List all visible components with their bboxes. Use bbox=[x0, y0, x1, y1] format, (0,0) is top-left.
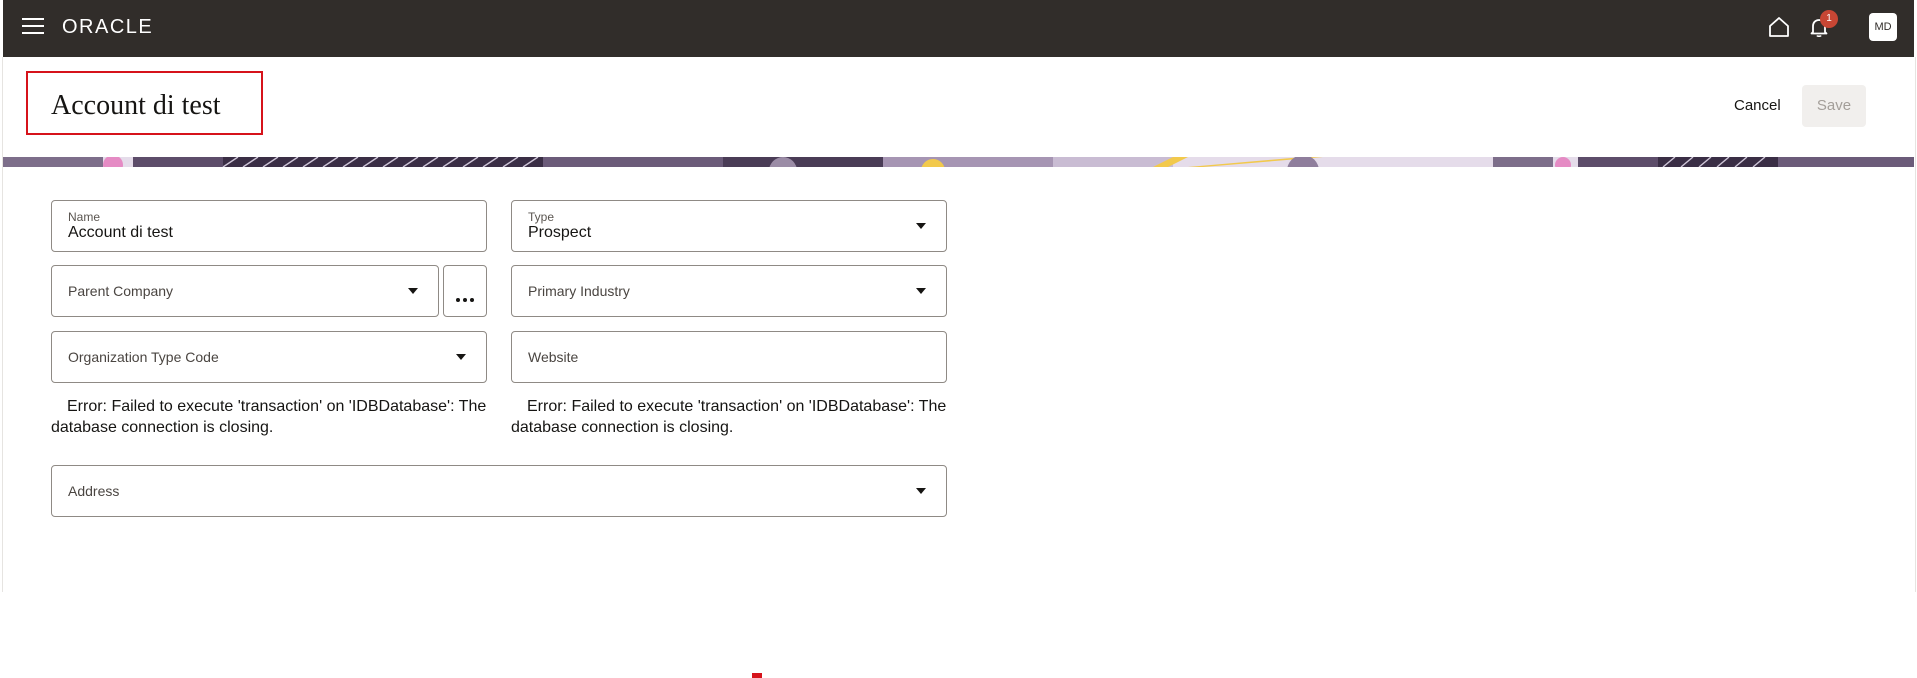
oracle-logo[interactable]: ORACLE bbox=[62, 16, 153, 39]
user-avatar[interactable]: MD bbox=[1869, 13, 1897, 41]
error-message: Error: Failed to execute 'transaction' o… bbox=[511, 398, 947, 436]
type-select[interactable]: Type Prospect bbox=[511, 200, 947, 252]
organization-type-code-select[interactable]: Organization Type Code bbox=[51, 331, 487, 383]
type-value: Prospect bbox=[528, 224, 592, 241]
chevron-down-icon[interactable] bbox=[916, 288, 926, 294]
parent-company-select[interactable]: Parent Company bbox=[51, 265, 439, 317]
chevron-down-icon[interactable] bbox=[916, 223, 926, 229]
name-field[interactable]: Name Account di test bbox=[51, 200, 487, 252]
chevron-down-icon[interactable] bbox=[916, 488, 926, 494]
top-navigation-bar: ORACLE bbox=[3, 0, 1914, 57]
address-select[interactable]: Address bbox=[51, 465, 947, 517]
website-placeholder: Website bbox=[528, 349, 579, 365]
cancel-button[interactable]: Cancel bbox=[1718, 86, 1797, 126]
parent-company-placeholder: Parent Company bbox=[68, 283, 174, 299]
notification-badge: 1 bbox=[1820, 10, 1838, 28]
primary-industry-select[interactable]: Primary Industry bbox=[511, 265, 947, 317]
home-icon[interactable] bbox=[1767, 15, 1791, 39]
hamburger-menu-icon[interactable] bbox=[22, 18, 44, 36]
website-field[interactable]: Website bbox=[511, 331, 947, 383]
save-button[interactable]: Save bbox=[1802, 85, 1866, 127]
name-label: Name bbox=[68, 210, 101, 224]
more-options-icon bbox=[456, 289, 477, 307]
decorative-banner bbox=[3, 157, 1914, 167]
chevron-down-icon[interactable] bbox=[408, 288, 418, 294]
name-value: Account di test bbox=[68, 224, 173, 241]
page-title: Account di test bbox=[51, 90, 221, 121]
primary-industry-placeholder: Primary Industry bbox=[528, 283, 630, 299]
address-placeholder: Address bbox=[68, 483, 120, 499]
red-marker bbox=[752, 673, 762, 678]
type-label: Type bbox=[528, 210, 555, 224]
error-message: Error: Failed to execute 'transaction' o… bbox=[51, 398, 487, 436]
organization-type-code-placeholder: Organization Type Code bbox=[68, 349, 219, 365]
page-title-highlight: Account di test bbox=[26, 71, 263, 135]
chevron-down-icon[interactable] bbox=[456, 354, 466, 360]
parent-company-more-button[interactable] bbox=[443, 265, 487, 317]
